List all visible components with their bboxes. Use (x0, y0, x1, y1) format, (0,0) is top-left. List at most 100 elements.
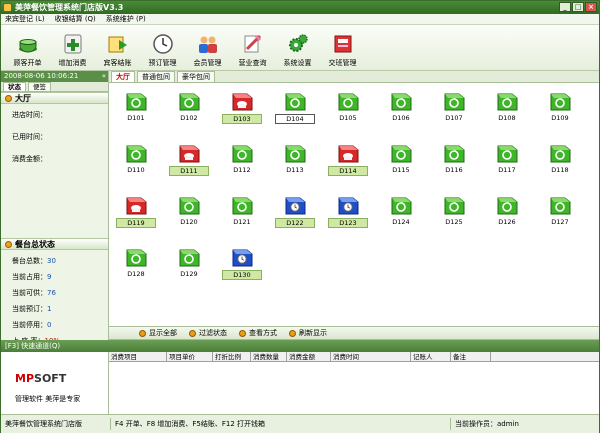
gear-icon (287, 33, 309, 55)
table-label: D115 (392, 166, 410, 174)
tab-hall[interactable]: 大厅 (111, 71, 135, 82)
stat-label: 当前可供： (12, 289, 47, 297)
table-d113[interactable]: D113 (275, 143, 315, 183)
table-d116[interactable]: D116 (434, 143, 474, 183)
toolbar-btn-7[interactable]: 交班管理 (320, 25, 365, 71)
refresh-button[interactable]: 刷新显示 (289, 328, 327, 338)
toolbar-label: 增加消费 (58, 59, 87, 67)
column-header[interactable]: 消费时间 (331, 352, 411, 361)
filter-status-button[interactable]: 过滤状态 (189, 328, 227, 338)
logo-soft: SOFT (34, 372, 67, 385)
toolbar-label: 顾客开单 (13, 59, 42, 67)
toolbar-btn-5[interactable]: 营业查询 (230, 25, 275, 71)
table-d129[interactable]: D129 (169, 247, 209, 287)
table-label: D128 (127, 270, 145, 278)
tab-luxury-room[interactable]: 豪华包间 (177, 71, 215, 82)
menu-maintenance[interactable]: 系统维护 (P) (106, 14, 146, 24)
toolbar-btn-4[interactable]: 会员管理 (185, 25, 230, 71)
table-label: D101 (127, 114, 145, 122)
view-mode-button[interactable]: 查看方式 (239, 328, 277, 338)
table-free-icon (495, 91, 519, 113)
column-header[interactable]: 消费数量 (251, 352, 287, 361)
table-area: 大厅 普通包间 豪华包间 D101 D102 D103 D104 D105 D106 D10… (109, 71, 599, 326)
table-d105[interactable]: D105 (328, 91, 368, 131)
column-header[interactable]: 消费项目 (109, 352, 167, 361)
minimize-button[interactable]: _ (559, 2, 571, 12)
table-d117[interactable]: D117 (487, 143, 527, 183)
table-d102[interactable]: D102 (169, 91, 209, 131)
table-d124[interactable]: D124 (381, 195, 421, 235)
table-free-icon (548, 195, 572, 217)
table-d123[interactable]: D123 (328, 195, 368, 235)
table-d120[interactable]: D120 (169, 195, 209, 235)
column-header[interactable]: 打折比例 (213, 352, 251, 361)
table-d110[interactable]: D110 (116, 143, 156, 183)
collapse-button[interactable]: « (102, 71, 106, 82)
toolbar-btn-2[interactable]: 宾客结账 (95, 25, 140, 71)
toolbar-label: 预订管理 (148, 59, 177, 67)
column-header[interactable]: 备注 (451, 352, 491, 361)
tab-notes[interactable]: 便签 (28, 82, 51, 91)
table-label: D112 (233, 166, 251, 174)
status-operator: 当前操作员：admin (455, 420, 519, 428)
table-d130[interactable]: D130 (222, 247, 262, 287)
table-d122[interactable]: D122 (275, 195, 315, 235)
members-icon (197, 33, 219, 55)
toolbar-btn-6[interactable]: 系统设置 (275, 25, 320, 71)
toolbar-btn-1[interactable]: 增加消费 (50, 25, 95, 71)
table-label: D113 (286, 166, 304, 174)
table-free-icon (389, 91, 413, 113)
table-d112[interactable]: D112 (222, 143, 262, 183)
table-label: D118 (551, 166, 569, 174)
quick-channel[interactable]: [F3] 快速通道(Q) (1, 341, 109, 351)
field-checkin-time: 进店时间： (12, 111, 47, 119)
table-free-icon (495, 143, 519, 165)
tab-normal-room[interactable]: 普通包间 (137, 71, 175, 82)
table-free-icon (283, 143, 307, 165)
table-free-icon (548, 91, 572, 113)
table-free-icon (389, 195, 413, 217)
menu-cashier[interactable]: 收银结算 (Q) (55, 14, 96, 24)
menu-checkin[interactable]: 来宾登记 (L) (5, 14, 45, 24)
toolbar-btn-0[interactable]: 顾客开单 (5, 25, 50, 71)
table-d126[interactable]: D126 (487, 195, 527, 235)
table-d108[interactable]: D108 (487, 91, 527, 131)
toolbar-label: 系统设置 (283, 59, 312, 67)
tab-status[interactable]: 状态 (3, 82, 26, 91)
table-label: D126 (498, 218, 516, 226)
logo-caption: 管理软件 美萍是专家 (15, 395, 81, 403)
close-button[interactable]: × (585, 2, 597, 12)
toolbar-label: 交班管理 (328, 59, 357, 67)
table-d107[interactable]: D107 (434, 91, 474, 131)
table-busy-icon (124, 195, 148, 217)
table-d114[interactable]: D114 (328, 143, 368, 183)
table-d119[interactable]: D119 (116, 195, 156, 235)
table-free-icon (495, 195, 519, 217)
column-header[interactable]: 消费金额 (287, 352, 331, 361)
app-window: 美萍餐饮管理系统门店版V3.3 _ □ × 来宾登记 (L) 收银结算 (Q) … (0, 0, 600, 433)
table-d128[interactable]: D128 (116, 247, 156, 287)
table-d109[interactable]: D109 (540, 91, 580, 131)
table-d125[interactable]: D125 (434, 195, 474, 235)
show-all-button[interactable]: 显示全部 (139, 328, 177, 338)
column-header[interactable]: 记账人 (411, 352, 451, 361)
table-d118[interactable]: D118 (540, 143, 580, 183)
table-label: D116 (445, 166, 463, 174)
stats-section-header: 餐台总状态 (1, 238, 108, 250)
table-label: D117 (498, 166, 516, 174)
maximize-button[interactable]: □ (572, 2, 584, 12)
table-free-icon (124, 247, 148, 269)
table-d106[interactable]: D106 (381, 91, 421, 131)
toolbar-label: 宾客结账 (103, 59, 132, 67)
table-d104[interactable]: D104 (275, 91, 315, 131)
table-d103[interactable]: D103 (222, 91, 262, 131)
toolbar-btn-3[interactable]: 预订管理 (140, 25, 185, 71)
table-d115[interactable]: D115 (381, 143, 421, 183)
table-d111[interactable]: D111 (169, 143, 209, 183)
table-free-icon (230, 143, 254, 165)
table-d121[interactable]: D121 (222, 195, 262, 235)
table-d127[interactable]: D127 (540, 195, 580, 235)
table-d101[interactable]: D101 (116, 91, 156, 131)
column-header[interactable]: 项目单价 (167, 352, 213, 361)
